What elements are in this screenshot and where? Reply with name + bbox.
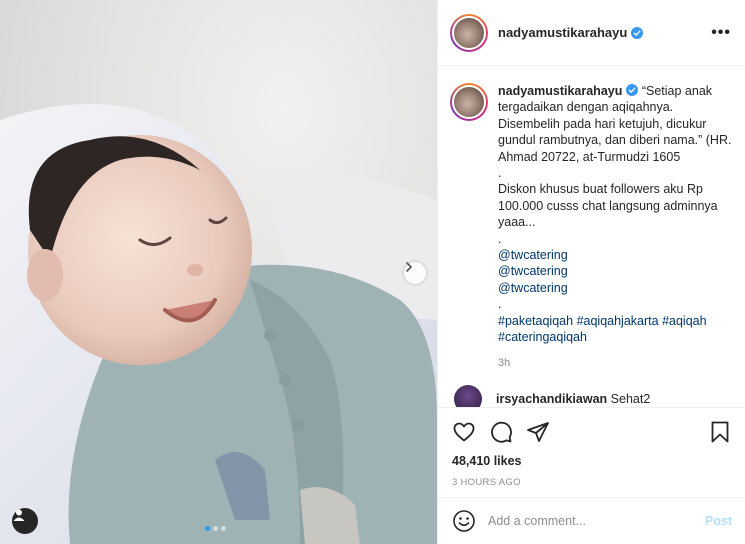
caption: nadyamustikarahayu “Setiap anak tergadai… bbox=[450, 83, 734, 371]
post-actions: 48,410 likes 3 HOURS AGO bbox=[438, 407, 745, 488]
caption-timestamp: 3h bbox=[498, 356, 511, 369]
caption-text-line: . bbox=[498, 297, 502, 312]
caption-body: nadyamustikarahayu “Setiap anak tergadai… bbox=[498, 83, 734, 371]
comment-icon[interactable] bbox=[489, 420, 513, 444]
carousel-next-button[interactable] bbox=[404, 262, 426, 284]
caption-text-line: Diskon khusus buat followers aku Rp 100.… bbox=[498, 182, 718, 230]
share-icon[interactable] bbox=[526, 420, 550, 444]
caption-avatar[interactable] bbox=[450, 83, 488, 121]
comments-list[interactable]: nadyamustikarahayu “Setiap anak tergadai… bbox=[438, 67, 745, 407]
post-photo[interactable] bbox=[0, 0, 437, 544]
mention-link[interactable]: @twcatering bbox=[498, 281, 568, 295]
carousel-indicator bbox=[205, 526, 226, 531]
emoji-icon[interactable] bbox=[452, 509, 476, 533]
post-sidebar: nadyamustikarahayu ••• nadyamustikarahay… bbox=[437, 0, 745, 544]
comment-item: irsyachandikiawan Sehat2 bbox=[450, 384, 734, 407]
likes-count[interactable]: 48,410 likes bbox=[452, 454, 732, 468]
hashtag-link[interactable]: #cateringaqiqah bbox=[498, 330, 587, 344]
hashtag-link[interactable]: #aqiqah bbox=[662, 314, 707, 328]
chevron-right-icon bbox=[406, 262, 413, 272]
caption-username[interactable]: nadyamustikarahayu bbox=[498, 84, 622, 98]
verified-icon bbox=[626, 84, 639, 96]
carousel-dot bbox=[213, 526, 218, 531]
caption-text-line: . bbox=[498, 231, 502, 246]
user-tag-icon bbox=[13, 509, 25, 521]
mention-link[interactable]: @twcatering bbox=[498, 264, 568, 278]
tagged-users-button[interactable] bbox=[12, 508, 38, 534]
more-options-button[interactable]: ••• bbox=[711, 24, 731, 42]
carousel-dot bbox=[205, 526, 210, 531]
heart-icon[interactable] bbox=[452, 420, 476, 444]
caption-text-line: . bbox=[498, 166, 502, 181]
author-username[interactable]: nadyamustikarahayu bbox=[498, 25, 627, 40]
commenter-avatar[interactable] bbox=[454, 384, 482, 407]
bookmark-icon[interactable] bbox=[708, 420, 732, 444]
post-timestamp: 3 HOURS AGO bbox=[452, 477, 521, 488]
post-header: nadyamustikarahayu ••• bbox=[438, 0, 745, 66]
comment-input[interactable] bbox=[488, 514, 705, 528]
hashtag-link[interactable]: #paketaqiqah bbox=[498, 314, 573, 328]
comment-text: irsyachandikiawan Sehat2 bbox=[496, 392, 650, 406]
post-comment-button[interactable]: Post bbox=[705, 514, 732, 528]
carousel-dot bbox=[221, 526, 226, 531]
commenter-username[interactable]: irsyachandikiawan bbox=[496, 392, 607, 406]
mention-link[interactable]: @twcatering bbox=[498, 248, 568, 262]
baby-photo-illustration bbox=[0, 0, 437, 544]
action-icons bbox=[452, 420, 732, 444]
author-avatar[interactable] bbox=[450, 13, 488, 52]
hashtag-link[interactable]: #aqiqahjakarta bbox=[577, 314, 659, 328]
add-comment-bar: Post bbox=[438, 497, 745, 544]
comment-body: Sehat2 bbox=[610, 391, 651, 406]
verified-icon bbox=[631, 26, 644, 39]
